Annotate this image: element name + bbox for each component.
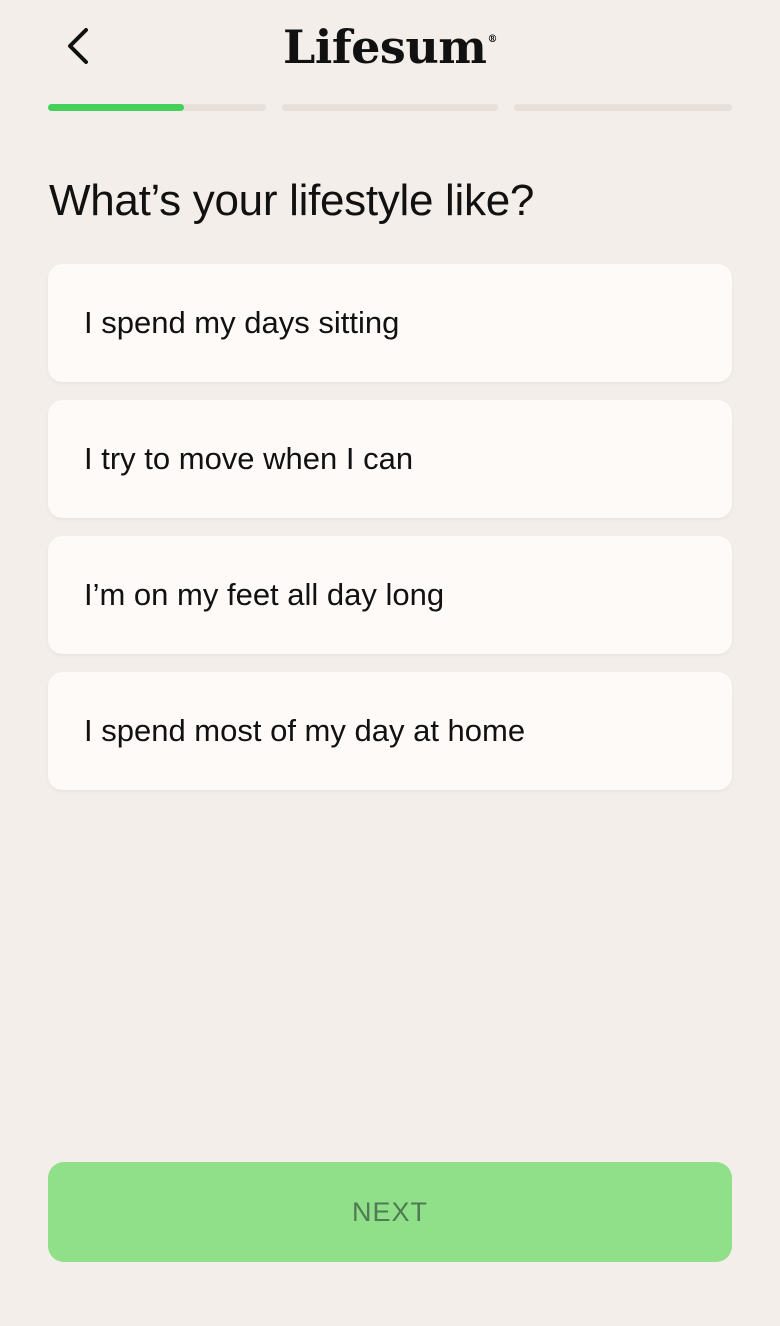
options-list: I spend my days sitting I try to move wh… — [48, 264, 732, 808]
header: Lifesum® — [0, 0, 780, 100]
option-label: I try to move when I can — [84, 441, 414, 476]
progress-segment-2 — [282, 104, 498, 111]
progress-indicator — [48, 104, 732, 112]
progress-segment-1 — [48, 104, 266, 111]
page-title: What’s your lifestyle like? — [49, 176, 535, 225]
progress-segment-3 — [514, 104, 732, 111]
logo-text: Lifesum — [283, 20, 487, 74]
next-button[interactable]: NEXT — [48, 1162, 732, 1262]
next-button-label: NEXT — [351, 1196, 428, 1227]
option-label: I’m on my feet all day long — [84, 577, 445, 612]
option-label: I spend most of my day at home — [84, 713, 526, 748]
option-at-home[interactable]: I spend most of my day at home — [48, 672, 732, 790]
option-sitting[interactable]: I spend my days sitting — [48, 264, 732, 382]
option-move-when-can[interactable]: I try to move when I can — [48, 400, 732, 518]
app-logo: Lifesum® — [0, 20, 780, 75]
registered-mark: ® — [487, 34, 497, 45]
progress-segment-1-fill — [48, 104, 184, 111]
option-on-feet[interactable]: I’m on my feet all day long — [48, 536, 732, 654]
option-label: I spend my days sitting — [84, 305, 400, 340]
